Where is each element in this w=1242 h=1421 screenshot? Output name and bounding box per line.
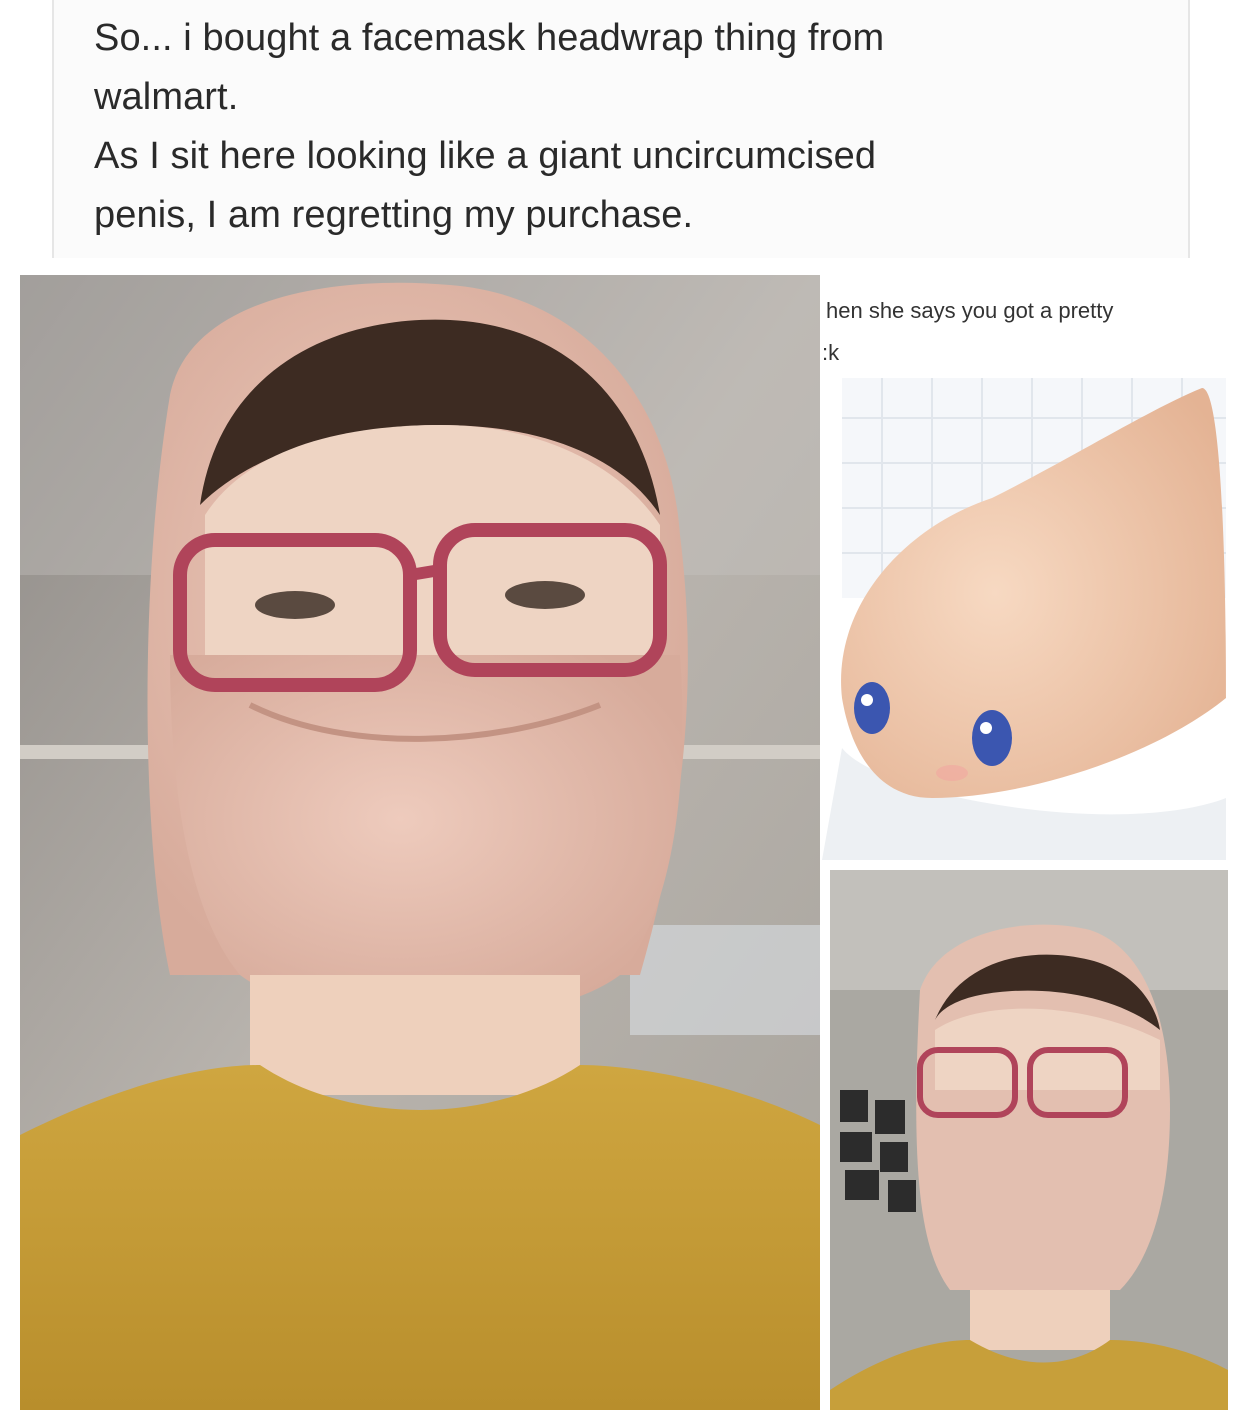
- post-line-2: walmart.: [94, 76, 239, 118]
- post-line-3: As I sit here looking like a giant uncir…: [94, 135, 877, 177]
- post-line-1: So... i bought a facemask headwrap thing…: [94, 17, 885, 59]
- small-selfie-photo: [830, 870, 1228, 1410]
- post-line-4: penis, I am regretting my purchase.: [94, 194, 694, 236]
- anime-meme-panel: hen she says you got a pretty :k: [822, 278, 1226, 860]
- post-text-box: So... i bought a facemask headwrap thing…: [52, 0, 1190, 258]
- main-selfie-photo: [20, 275, 820, 1410]
